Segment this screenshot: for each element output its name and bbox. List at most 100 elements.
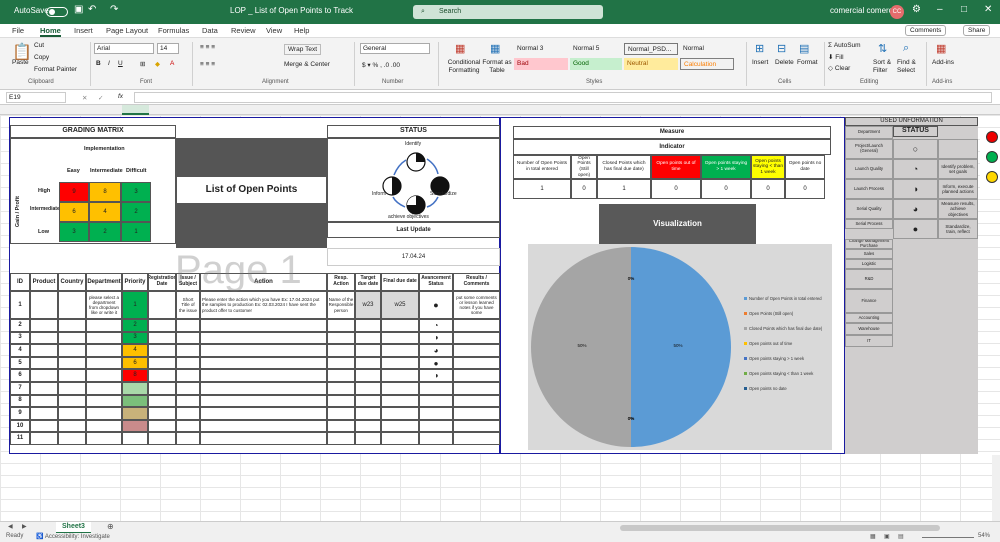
style-calculation[interactable]: Calculation: [680, 58, 734, 70]
table-cell[interactable]: [86, 331, 122, 345]
format-button[interactable]: Format: [797, 59, 818, 66]
cut-button[interactable]: Cut: [34, 42, 44, 49]
merge-center-button[interactable]: Merge & Center: [284, 61, 330, 68]
table-cell[interactable]: [381, 432, 419, 445]
accessibility-status[interactable]: ♿ Accessibility: Investigate: [36, 533, 110, 540]
table-cell[interactable]: [30, 369, 58, 382]
horizontal-scrollbar[interactable]: [620, 525, 940, 531]
table-cell[interactable]: [30, 331, 58, 345]
row-status[interactable]: ◑: [419, 331, 453, 345]
conditional-formatting-icon[interactable]: ▦: [455, 42, 465, 55]
table-cell[interactable]: [453, 394, 500, 408]
table-cell[interactable]: [148, 319, 176, 332]
format-table-icon[interactable]: ▦: [490, 42, 500, 55]
table-cell[interactable]: [86, 356, 122, 370]
row-resp[interactable]: Name of the Responsible person: [327, 291, 355, 319]
table-cell[interactable]: [86, 394, 122, 408]
style-normal[interactable]: Normal: [680, 43, 734, 55]
tab-review[interactable]: Review: [231, 26, 256, 35]
row-priority[interactable]: 3: [122, 331, 148, 345]
table-cell[interactable]: [176, 331, 200, 345]
underline-button[interactable]: U: [118, 60, 123, 67]
wrap-text-button[interactable]: Wrap Text: [284, 44, 322, 55]
table-cell[interactable]: [200, 319, 327, 332]
table-cell[interactable]: [453, 419, 500, 433]
table-cell[interactable]: [200, 394, 327, 408]
row-target[interactable]: w23: [355, 291, 381, 319]
table-cell[interactable]: [327, 331, 355, 345]
name-box[interactable]: E19: [6, 92, 66, 103]
sort-filter-icon[interactable]: ⇅: [878, 42, 887, 55]
table-cell[interactable]: [453, 356, 500, 370]
table-cell[interactable]: [58, 394, 86, 408]
table-cell[interactable]: [86, 319, 122, 332]
italic-button[interactable]: I: [108, 60, 110, 67]
conditional-formatting-button[interactable]: Conditional Formatting: [444, 59, 484, 75]
row-priority[interactable]: 4: [122, 344, 148, 357]
row-status[interactable]: ◔: [419, 319, 453, 332]
table-cell[interactable]: [327, 407, 355, 420]
sort-filter-button[interactable]: Sort & Filter: [873, 59, 899, 75]
number-format-select[interactable]: General: [360, 43, 430, 54]
table-cell[interactable]: [30, 419, 58, 433]
fill-color-icon[interactable]: ◆: [155, 60, 160, 68]
insert-cells-icon[interactable]: ⊞: [755, 42, 764, 55]
table-cell[interactable]: [86, 382, 122, 395]
enter-icon[interactable]: ✓: [98, 94, 103, 102]
pie-chart[interactable]: 50% 0% 50% 0% 0% 0% 0% Number of Open Points in…: [528, 244, 832, 450]
font-color-icon[interactable]: A: [170, 60, 174, 67]
table-cell[interactable]: [148, 344, 176, 357]
align-top-icon[interactable]: ≡ ≡ ≡: [200, 44, 215, 51]
table-cell[interactable]: [30, 432, 58, 445]
table-cell[interactable]: [327, 356, 355, 370]
style-normal-3[interactable]: Normal 3: [514, 43, 568, 55]
table-cell[interactable]: [58, 419, 86, 433]
table-cell[interactable]: [58, 382, 86, 395]
table-cell[interactable]: [30, 394, 58, 408]
table-cell[interactable]: [86, 432, 122, 445]
table-cell[interactable]: [176, 382, 200, 395]
row-status[interactable]: ◑: [419, 369, 453, 382]
row-status[interactable]: ●: [419, 291, 453, 319]
table-cell[interactable]: [355, 419, 381, 433]
table-cell[interactable]: [58, 319, 86, 332]
close-icon[interactable]: ✕: [984, 4, 992, 15]
copy-button[interactable]: Copy: [34, 54, 49, 61]
delete-cells-icon[interactable]: ⊟: [777, 42, 786, 55]
table-cell[interactable]: [58, 369, 86, 382]
table-cell[interactable]: [381, 407, 419, 420]
currency-icon[interactable]: $ ▾ % , .0 .00: [362, 61, 400, 69]
format-painter-button[interactable]: Format Painter: [34, 66, 77, 73]
row-status[interactable]: ●: [419, 356, 453, 370]
font-name-select[interactable]: Arial: [94, 43, 154, 54]
tab-formulas[interactable]: Formulas: [158, 26, 189, 35]
align-left-icon[interactable]: ≡ ≡ ≡: [200, 61, 215, 68]
table-cell[interactable]: [327, 382, 355, 395]
comments-button[interactable]: Comments: [905, 25, 947, 36]
table-cell[interactable]: [176, 344, 200, 357]
tab-file[interactable]: File: [12, 26, 24, 35]
table-cell[interactable]: [200, 382, 327, 395]
tab-view[interactable]: View: [266, 26, 282, 35]
row-priority[interactable]: [122, 394, 148, 408]
table-cell[interactable]: [453, 432, 500, 445]
table-cell[interactable]: [453, 344, 500, 357]
table-cell[interactable]: [148, 356, 176, 370]
tab-insert[interactable]: Insert: [74, 26, 93, 35]
row-status[interactable]: [419, 382, 453, 395]
row-product[interactable]: [30, 291, 58, 319]
table-cell[interactable]: [327, 319, 355, 332]
format-as-table-button[interactable]: Format as Table: [482, 59, 512, 75]
table-cell[interactable]: [453, 407, 500, 420]
row-priority[interactable]: [122, 382, 148, 395]
table-cell[interactable]: [355, 369, 381, 382]
find-select-icon[interactable]: ⌕: [903, 42, 909, 55]
normal-view-icon[interactable]: ▦: [870, 533, 876, 540]
row-priority[interactable]: 6: [122, 356, 148, 370]
table-cell[interactable]: [148, 394, 176, 408]
table-cell[interactable]: [355, 319, 381, 332]
table-cell[interactable]: [381, 419, 419, 433]
table-cell[interactable]: [381, 369, 419, 382]
selected-column-header[interactable]: [122, 105, 149, 115]
row-action[interactable]: Please enter the action which you have E…: [200, 291, 327, 319]
